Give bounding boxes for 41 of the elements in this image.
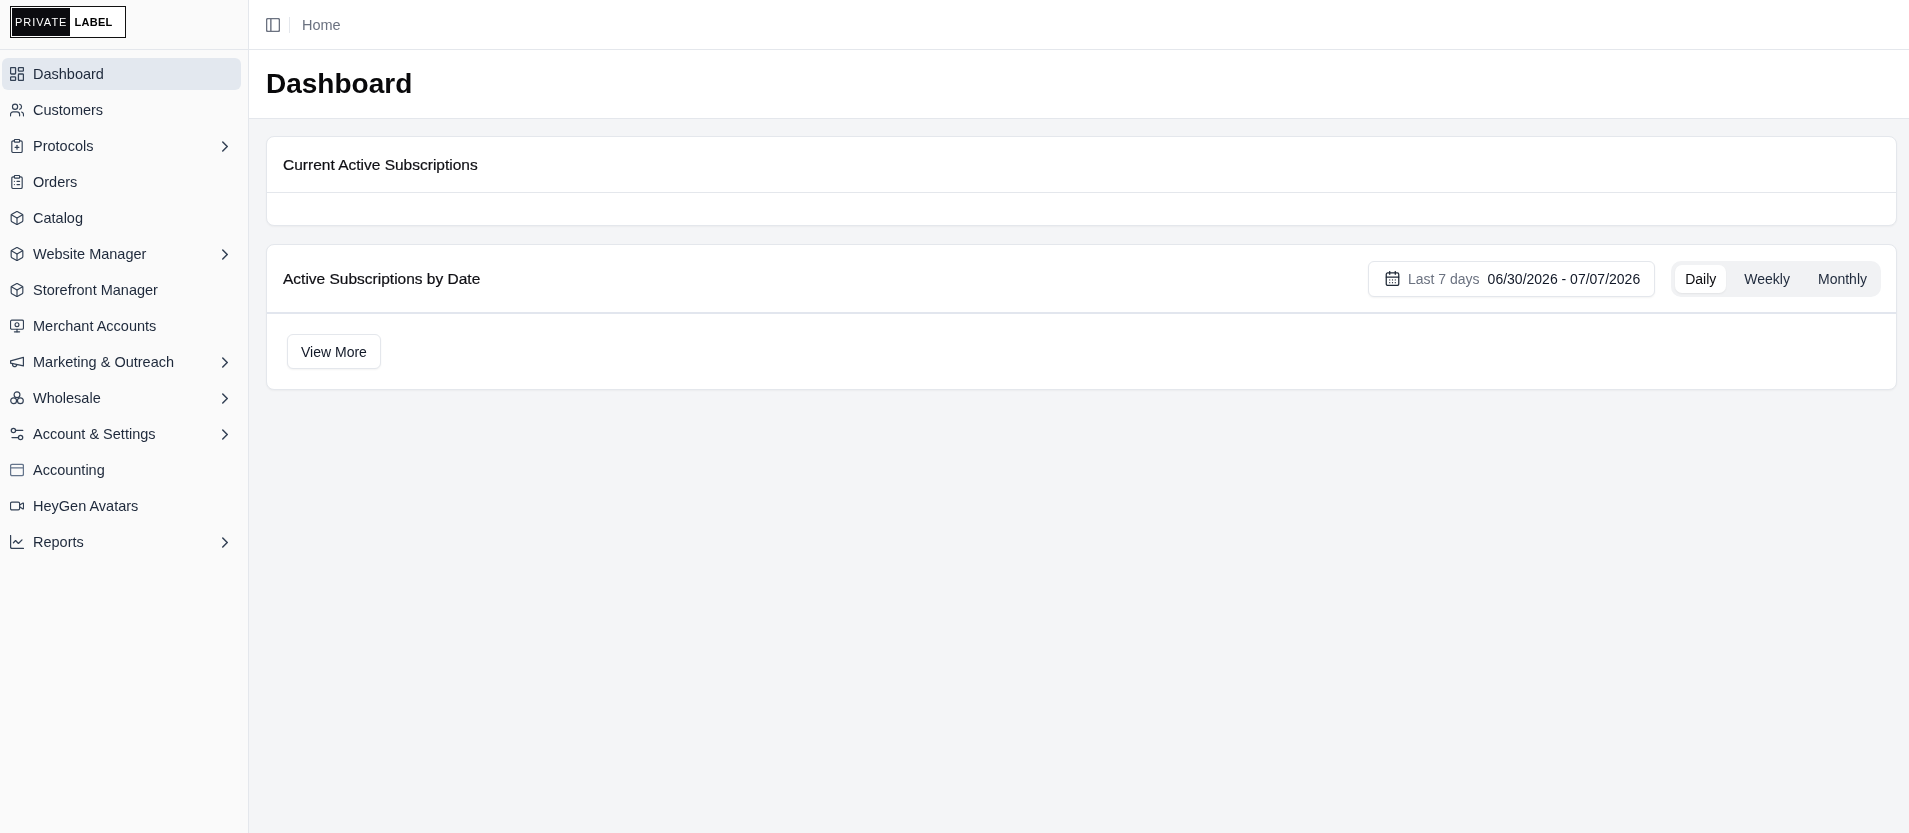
sidebar-item[interactable]: Merchant Accounts — [2, 310, 241, 342]
cube-icon — [10, 247, 24, 261]
monitor-icon — [10, 319, 24, 333]
sidebar-item[interactable]: Accounting — [2, 454, 241, 486]
dashboard-grid-icon — [10, 67, 24, 81]
card-title: Current Active Subscriptions — [283, 155, 478, 174]
users-icon — [10, 103, 24, 117]
sliders-icon — [10, 427, 24, 441]
logo[interactable]: PRIVATE LABEL — [10, 6, 126, 38]
sidebar-item[interactable]: Wholesale — [2, 382, 241, 414]
period-tab[interactable]: Daily — [1675, 264, 1727, 293]
circles-icon — [10, 391, 24, 405]
breadcrumb-link[interactable]: Home — [302, 16, 341, 33]
video-camera-icon — [10, 499, 24, 513]
card-icon — [10, 463, 24, 477]
sidebar-item[interactable]: Customers — [2, 94, 241, 126]
sidebar-item[interactable]: Protocols — [2, 130, 241, 162]
sidebar-item[interactable]: Website Manager — [2, 238, 241, 270]
cube-icon — [10, 211, 24, 225]
sidebar-toggle-button[interactable] — [266, 17, 280, 32]
sidebar-item[interactable]: Catalog — [2, 202, 241, 234]
panel-left-icon — [266, 17, 280, 32]
line-chart-icon — [10, 535, 24, 549]
period-tab[interactable]: Weekly — [1734, 264, 1800, 293]
sidebar-item[interactable]: HeyGen Avatars — [2, 490, 241, 522]
date-range-button[interactable]: Last 7 days 06/30/2026 - 07/07/2026 — [1368, 260, 1656, 297]
sidebar-item[interactable]: Reports — [2, 526, 241, 558]
sidebar-item[interactable]: Storefront Manager — [2, 274, 241, 306]
sidebar-item[interactable]: Marketing & Outreach — [2, 346, 241, 378]
card-title: Active Subscriptions by Date — [283, 269, 481, 288]
period-tab[interactable]: Monthly — [1807, 264, 1877, 293]
clipboard-list-icon — [10, 175, 24, 189]
calendar-icon — [1385, 271, 1400, 286]
sidebar-item[interactable]: Account & Settings — [2, 418, 241, 450]
megaphone-icon — [10, 355, 24, 369]
page-title: Dashboard — [266, 68, 413, 100]
sidebar-item[interactable]: Dashboard — [2, 58, 241, 90]
view-more-button[interactable]: View More — [287, 334, 381, 369]
cube-icon — [10, 283, 24, 297]
clipboard-plus-icon — [10, 139, 24, 153]
sidebar-item[interactable]: Orders — [2, 166, 241, 198]
